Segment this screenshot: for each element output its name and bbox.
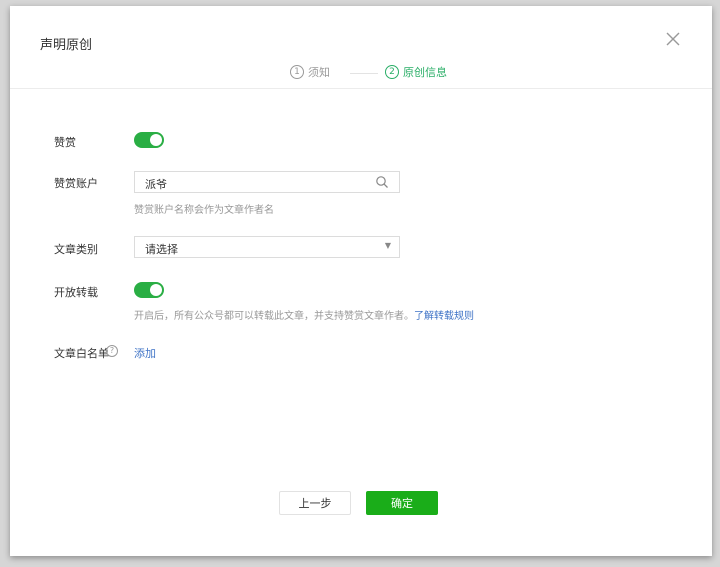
step-indicator: 1 须知 2 原创信息 — [10, 60, 712, 86]
search-icon[interactable] — [375, 175, 389, 189]
allow-repost-helper-text: 开启后，所有公众号都可以转载此文章，并支持赞赏文章作者。 — [134, 311, 414, 322]
reward-account-helper: 赞赏账户名称会作为文章作者名 — [134, 205, 274, 216]
step-original-info: 2 原创信息 — [385, 64, 447, 80]
allow-repost-toggle[interactable] — [134, 282, 164, 298]
allow-repost-helper: 开启后，所有公众号都可以转载此文章，并支持赞赏文章作者。了解转载规则 — [134, 307, 474, 322]
caret-down-icon: ▼ — [384, 241, 391, 250]
step-notice: 1 须知 — [290, 64, 330, 80]
category-select[interactable]: 请选择 ▼ — [134, 236, 400, 258]
reward-label: 赞赏 — [54, 136, 76, 149]
reward-account-value: 派爷 — [145, 178, 167, 191]
step-label: 原创信息 — [403, 66, 447, 79]
step-number: 2 — [385, 65, 399, 79]
header-divider — [10, 88, 712, 89]
repost-rules-link[interactable]: 了解转载规则 — [414, 311, 474, 322]
whitelist-add-link[interactable]: 添加 — [134, 345, 156, 361]
toggle-knob — [150, 284, 162, 296]
step-number: 1 — [290, 65, 304, 79]
category-label: 文章类别 — [54, 243, 98, 256]
whitelist-label: 文章白名单 — [54, 347, 109, 360]
category-selected-value: 请选择 — [145, 243, 178, 256]
close-icon[interactable] — [664, 30, 682, 48]
previous-step-button[interactable]: 上一步 — [279, 491, 351, 515]
allow-repost-label: 开放转载 — [54, 286, 98, 299]
step-label: 须知 — [308, 66, 330, 79]
reward-account-input[interactable]: 派爷 — [134, 171, 400, 193]
step-divider — [350, 73, 378, 74]
declare-original-dialog: 声明原创 1 须知 2 原创信息 赞赏 赞赏账户 派爷 赞赏账户名称会作为文章作… — [10, 6, 712, 556]
dialog-title: 声明原创 — [40, 38, 93, 53]
reward-account-label: 赞赏账户 — [54, 177, 98, 190]
reward-toggle[interactable] — [134, 132, 164, 148]
confirm-button[interactable]: 确定 — [366, 491, 438, 515]
toggle-knob — [150, 134, 162, 146]
help-icon[interactable]: ? — [106, 345, 118, 357]
